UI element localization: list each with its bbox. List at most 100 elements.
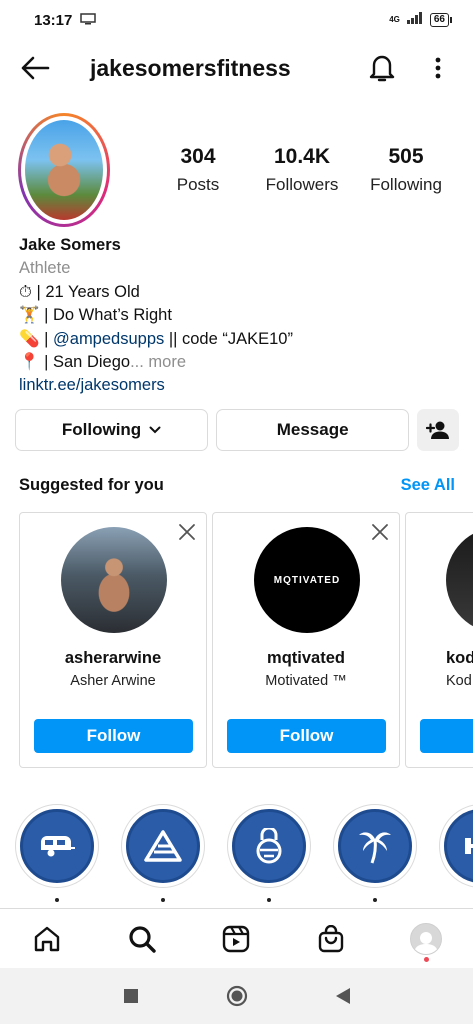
status-time: 13:17	[34, 11, 73, 29]
more-options-button[interactable]	[421, 51, 455, 85]
suggestion-full-name: Motivated ™	[265, 673, 347, 689]
highlight-dot	[373, 898, 377, 902]
suggestion-avatar[interactable]	[61, 527, 167, 633]
stat-following-label: Following	[370, 175, 442, 194]
search-icon	[129, 925, 156, 953]
profile-avatar-story-ring[interactable]	[18, 113, 110, 227]
follow-button[interactable]: Follow	[227, 719, 386, 753]
highlight-dot	[161, 898, 165, 902]
highlight-item[interactable]	[15, 804, 99, 888]
nav-reels[interactable]	[216, 919, 256, 959]
status-bar: 13:17 4G 66	[0, 0, 473, 40]
palm-tree-icon	[359, 832, 391, 864]
suggested-users-button[interactable]	[417, 409, 459, 451]
bell-icon	[369, 55, 395, 82]
bio-line-sponsor: 💊 | @ampedsupps || code “JAKE10”	[19, 329, 293, 348]
profile-website-link[interactable]: linktr.ee/jakesomers	[19, 374, 459, 397]
profile-avatar	[25, 120, 103, 220]
sponsor-mention-link[interactable]: @ampedsupps	[53, 330, 164, 348]
suggestion-full-name: Kod	[446, 673, 472, 689]
pill-icon: 💊	[19, 329, 40, 348]
dumbbell-icon	[465, 838, 473, 854]
bio-line-age: ⏱ | 21 Years Old	[19, 282, 140, 301]
message-button[interactable]: Message	[216, 409, 410, 451]
close-icon	[179, 524, 195, 540]
suggested-header: Suggested for you See All	[19, 476, 455, 495]
bio-more-link[interactable]: ... more	[130, 353, 186, 371]
follow-button[interactable]: Follow	[34, 719, 193, 753]
suggested-cards: asherarwine Asher Arwine Follow MQTIVATE…	[19, 512, 473, 768]
dismiss-suggestion-button[interactable]	[369, 521, 391, 543]
highlight-item[interactable]	[333, 804, 417, 888]
mqtivated-logo-text: MQTIVATED	[273, 574, 341, 586]
nav-home[interactable]	[27, 919, 67, 959]
suggested-title: Suggested for you	[19, 476, 164, 494]
kettlebell-icon	[256, 828, 282, 864]
notifications-button[interactable]	[365, 51, 399, 85]
suggestion-card[interactable]: MQTIVATED mqtivated Motivated ™ Follow	[212, 512, 400, 768]
stat-followers[interactable]: 10.4K Followers	[250, 145, 354, 195]
home-icon	[35, 926, 60, 951]
close-icon	[372, 524, 388, 540]
location-pin-icon: 📍	[19, 353, 40, 372]
back-button[interactable]	[18, 51, 52, 85]
recents-button[interactable]	[119, 984, 143, 1008]
nav-shop[interactable]	[311, 919, 351, 959]
profile-full-name: Jake Somers	[19, 236, 121, 254]
profile-avatar-icon	[409, 922, 442, 955]
suggestion-username[interactable]: mqtivated	[213, 649, 399, 668]
nav-profile[interactable]	[406, 919, 446, 962]
dismiss-suggestion-button[interactable]	[176, 521, 198, 543]
notification-dot	[423, 956, 429, 962]
suggestion-card[interactable]: asherarwine Asher Arwine Follow	[19, 512, 207, 768]
suggestion-username[interactable]: asherarwine	[20, 649, 206, 668]
weightlifter-icon: 🏋	[19, 306, 40, 325]
add-user-icon	[426, 421, 450, 439]
highlight-item[interactable]	[227, 804, 311, 888]
suggestion-username[interactable]: kod	[406, 649, 473, 668]
stat-posts-label: Posts	[176, 175, 220, 194]
follow-button[interactable]: Follow	[420, 719, 473, 753]
suggestion-card[interactable]: kod Kod Follow	[405, 512, 473, 768]
nav-search[interactable]	[122, 919, 162, 959]
bio-line-location: 📍 | San Diego... more	[19, 353, 186, 372]
reels-icon	[223, 925, 250, 952]
home-system-button[interactable]	[225, 984, 249, 1008]
bottom-navigation	[0, 908, 473, 968]
highlight-item[interactable]	[121, 804, 205, 888]
battery-indicator: 66	[429, 13, 453, 27]
circle-icon	[226, 985, 247, 1007]
stat-posts[interactable]: 304 Posts	[146, 145, 250, 195]
square-icon	[123, 989, 138, 1003]
suggestion-full-name: Asher Arwine	[70, 673, 156, 689]
stat-following-value: 505	[388, 145, 424, 168]
kebab-menu-icon	[435, 57, 441, 79]
triangle-back-icon	[335, 988, 350, 1004]
profile-category: Athlete	[19, 259, 71, 278]
stat-following[interactable]: 505 Following	[354, 145, 458, 195]
stat-followers-value: 10.4K	[273, 145, 331, 168]
see-all-link[interactable]: See All	[401, 476, 455, 495]
story-highlights	[15, 804, 473, 904]
highlight-dot	[55, 898, 59, 902]
suggestion-avatar[interactable]: MQTIVATED	[254, 527, 360, 633]
chevron-down-icon	[149, 426, 161, 434]
signal-icon	[406, 11, 424, 29]
profile-username-title: jakesomersfitness	[90, 54, 291, 81]
network-type: 4G	[389, 15, 400, 24]
profile-summary: 304 Posts 10.4K Followers 505 Following	[18, 112, 458, 228]
highlight-dot	[267, 898, 271, 902]
camper-trailer-icon	[41, 836, 75, 857]
suggestion-avatar[interactable]	[446, 527, 473, 633]
back-arrow-icon	[21, 56, 50, 80]
back-system-button[interactable]	[331, 984, 355, 1008]
triangle-logo-icon	[144, 830, 182, 862]
stat-posts-value: 304	[180, 145, 216, 168]
highlight-item[interactable]	[439, 804, 473, 888]
following-button-label: Following	[61, 420, 142, 439]
profile-header: jakesomersfitness	[0, 44, 473, 92]
screen-cast-icon	[80, 12, 97, 29]
bio-line-motto: 🏋 | Do What’s Right	[19, 306, 172, 325]
following-button[interactable]: Following	[15, 409, 209, 451]
profile-actions: Following Message	[15, 409, 459, 451]
